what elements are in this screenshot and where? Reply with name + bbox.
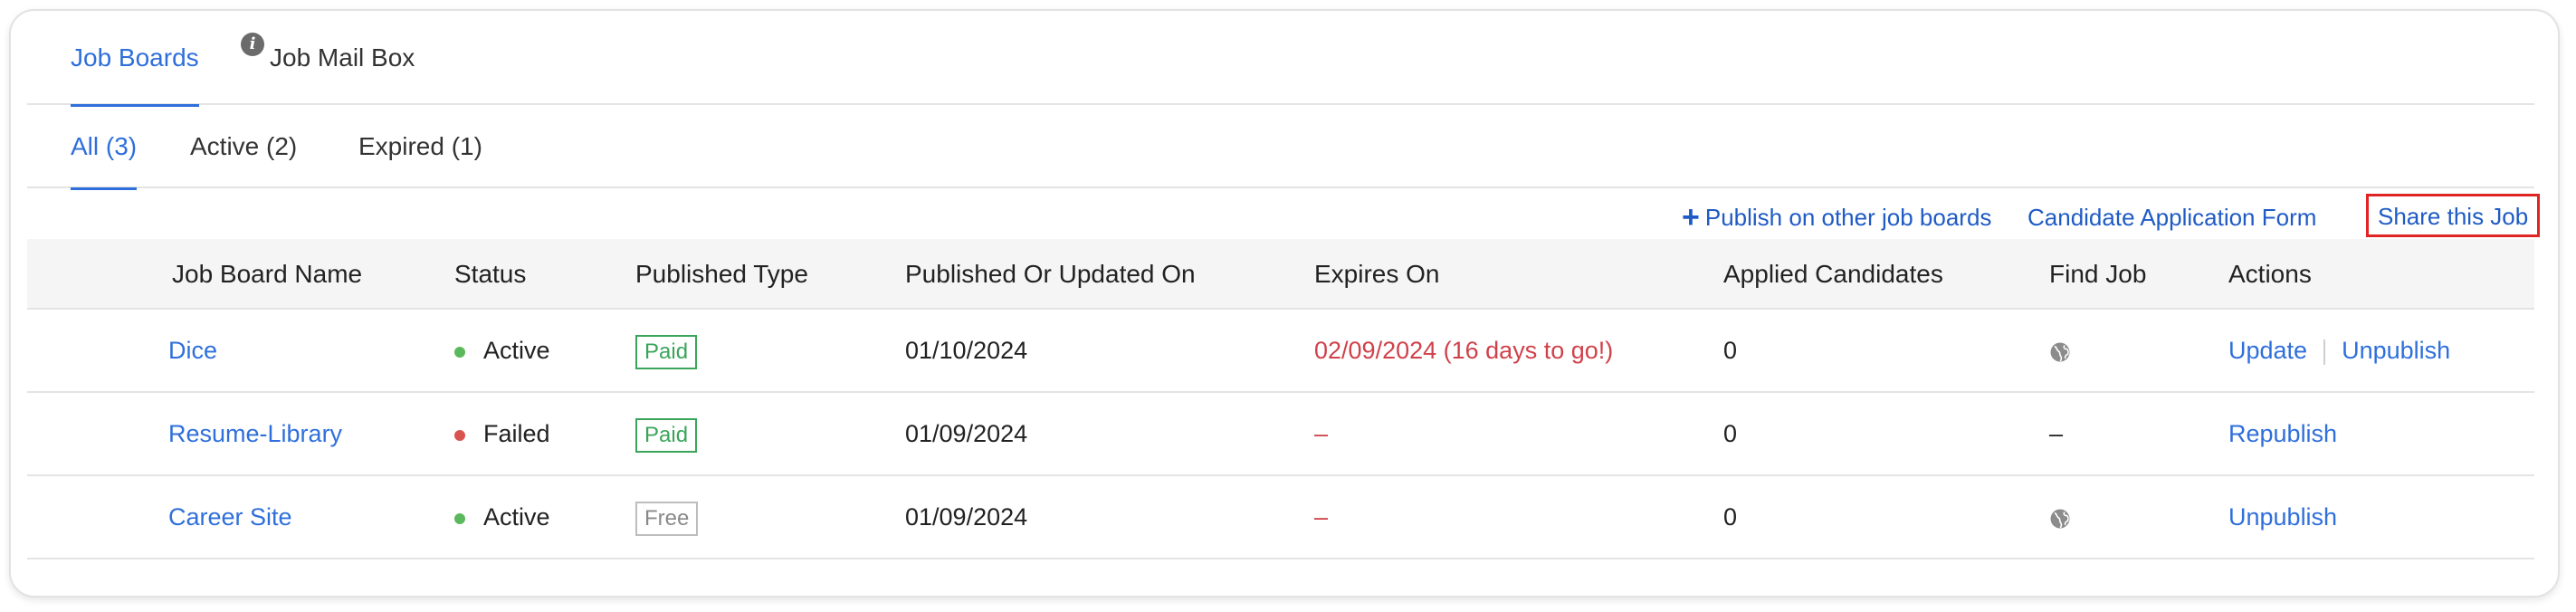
actions-cell: Republish [2228, 393, 2337, 474]
status-cell: Active [454, 310, 550, 391]
published-type-cell: Paid [635, 310, 698, 391]
published-type-badge: Free [635, 501, 699, 536]
expires-on: – [1314, 503, 1329, 531]
column-header-status: Status [454, 260, 527, 288]
column-header-actions: Actions [2228, 260, 2312, 288]
table-row: Career Site Active Free 01/09/2024 – 0 U… [27, 476, 2534, 559]
actions-cell: Unpublish [2228, 476, 2337, 558]
republish-action[interactable]: Republish [2228, 420, 2337, 447]
table-row: Dice Active Paid 01/10/2024 02/09/2024 (… [27, 310, 2534, 393]
expires-on: – [1314, 420, 1329, 447]
status-text: Failed [483, 420, 550, 447]
find-job-cell [2049, 476, 2071, 558]
column-header-job-board-name: Job Board Name [172, 260, 363, 288]
job-board-name-link[interactable]: Resume-Library [168, 393, 342, 474]
published-type-cell: Paid [635, 393, 698, 474]
job-board-name-link[interactable]: Dice [168, 310, 217, 391]
publish-other-boards-link[interactable]: + Publish on other job boards [1682, 199, 1991, 235]
candidate-application-form-link[interactable]: Candidate Application Form [2027, 199, 2316, 235]
globe-icon[interactable] [2049, 508, 2071, 530]
tab-expired[interactable]: Expired (1) [358, 105, 482, 188]
main-tab-bar: Job Boards i Job Mail Box [27, 11, 2534, 107]
column-header-published-date: Published Or Updated On [905, 260, 1196, 288]
applied-candidates-count: 0 [1723, 420, 1738, 447]
status-text: Active [483, 503, 550, 531]
find-job-cell [2049, 310, 2071, 391]
column-header-applied-candidates: Applied Candidates [1723, 260, 1943, 288]
status-text: Active [483, 337, 550, 364]
status-cell: Failed [454, 393, 550, 474]
globe-icon[interactable] [2049, 341, 2071, 363]
table-header: Job Board Name Status Published Type Pub… [27, 239, 2534, 310]
actions-cell: Update Unpublish [2228, 310, 2450, 391]
column-header-expires-on: Expires On [1314, 260, 1440, 288]
column-header-published-type: Published Type [635, 260, 808, 288]
tab-active[interactable]: Active (2) [190, 105, 297, 188]
info-icon[interactable]: i [241, 33, 264, 56]
status-dot [454, 429, 465, 441]
share-job-link[interactable]: Share this Job [2366, 194, 2541, 237]
unpublish-action[interactable]: Unpublish [2342, 337, 2450, 364]
published-type-badge: Paid [635, 334, 698, 369]
job-board-name-link[interactable]: Career Site [168, 476, 292, 558]
expires-on: 02/09/2024 (16 days to go!) [1314, 337, 1614, 364]
action-divider [2323, 339, 2326, 365]
status-dot [454, 512, 465, 524]
tab-job-mail-box[interactable]: Job Mail Box [270, 11, 415, 105]
filter-tab-bar: All (3) Active (2) Expired (1) [27, 105, 2534, 190]
published-date: 01/09/2024 [905, 503, 1028, 531]
status-cell: Active [454, 476, 550, 558]
publish-other-boards-label: Publish on other job boards [1704, 204, 1992, 231]
applied-candidates-count: 0 [1723, 503, 1738, 531]
published-date: 01/09/2024 [905, 420, 1028, 447]
table-row: Resume-Library Failed Paid 01/09/2024 – … [27, 393, 2534, 476]
published-date: 01/10/2024 [905, 337, 1028, 364]
column-header-find-job: Find Job [2049, 260, 2147, 288]
find-job-cell: – [2049, 420, 2064, 447]
tab-job-boards[interactable]: Job Boards [71, 11, 199, 107]
status-dot [454, 346, 465, 358]
applied-candidates-count: 0 [1723, 337, 1738, 364]
unpublish-action[interactable]: Unpublish [2228, 503, 2337, 531]
update-action[interactable]: Update [2228, 337, 2307, 364]
published-type-cell: Free [635, 476, 699, 558]
published-type-badge: Paid [635, 417, 698, 453]
plus-icon: + [1682, 200, 1700, 234]
tab-all[interactable]: All (3) [71, 105, 138, 190]
job-boards-panel: Job Boards i Job Mail Box All (3) Active… [9, 9, 2560, 598]
